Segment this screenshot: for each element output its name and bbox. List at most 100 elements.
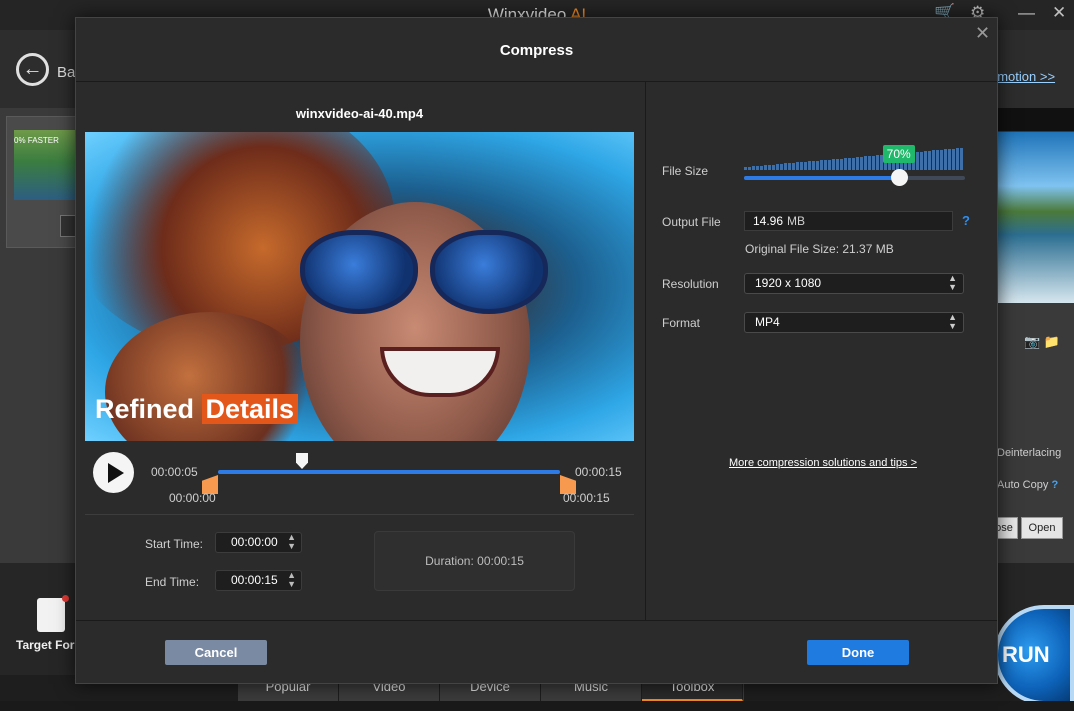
thumbnail-button[interactable] bbox=[60, 215, 76, 237]
close-icon[interactable]: ✕ bbox=[975, 23, 990, 44]
file-size-bar bbox=[920, 151, 923, 170]
thumbnail-caption: 0% FASTER bbox=[14, 136, 59, 145]
open-button[interactable]: Open bbox=[1021, 517, 1063, 539]
bottom-strip bbox=[0, 701, 1074, 711]
duration-value: 00:00:15 bbox=[477, 554, 524, 568]
file-size-bar bbox=[824, 159, 827, 170]
current-time: 00:00:05 bbox=[151, 465, 198, 479]
file-size-bar bbox=[944, 149, 947, 170]
promotion-link[interactable]: omotion >> bbox=[990, 69, 1055, 84]
spinner-arrows-icon[interactable]: ▲ ▼ bbox=[287, 571, 296, 589]
format-select[interactable]: MP4 ▲ ▼ bbox=[744, 312, 964, 333]
duration-label: Duration: bbox=[425, 554, 474, 568]
preview-lens bbox=[430, 230, 548, 314]
file-size-bar bbox=[932, 150, 935, 170]
divider bbox=[76, 81, 997, 82]
deinterlacing-label[interactable]: Deinterlacing bbox=[997, 447, 1061, 459]
video-overlay-text: Refined Details bbox=[95, 394, 299, 425]
file-size-bar bbox=[956, 148, 959, 170]
compress-dialog: Compress ✕ winxvideo-ai-40.mp4 Refined D… bbox=[75, 17, 998, 684]
file-size-bar bbox=[772, 164, 775, 170]
camera-icon[interactable]: 📷 bbox=[1024, 334, 1040, 349]
file-size-slider-thumb[interactable] bbox=[890, 169, 908, 186]
file-size-percent-badge: 70% bbox=[882, 145, 915, 163]
divider bbox=[76, 620, 997, 621]
start-time-label: Start Time: bbox=[145, 537, 204, 551]
target-format-label[interactable]: Target For bbox=[16, 638, 74, 652]
cancel-button[interactable]: Cancel bbox=[165, 640, 267, 665]
play-button[interactable] bbox=[93, 452, 134, 493]
file-size-bars bbox=[744, 148, 965, 170]
file-size-bar bbox=[864, 156, 867, 170]
trim-end-label: 00:00:15 bbox=[563, 491, 610, 505]
file-size-bar bbox=[936, 150, 939, 170]
playhead-handle[interactable] bbox=[296, 453, 308, 469]
file-size-bar bbox=[812, 161, 815, 170]
resolution-label: Resolution bbox=[662, 277, 719, 291]
overlay-text-plain: Refined bbox=[95, 394, 195, 424]
file-size-bar bbox=[924, 151, 927, 170]
file-size-bar bbox=[860, 156, 863, 170]
file-size-bar bbox=[768, 164, 771, 170]
back-label[interactable]: Ba bbox=[57, 64, 75, 81]
end-time-value: 00:00:15 bbox=[231, 573, 278, 587]
done-button[interactable]: Done bbox=[807, 640, 909, 665]
file-size-bar bbox=[928, 150, 931, 170]
overlay-text-highlight: Details bbox=[201, 394, 299, 424]
file-size-bar bbox=[816, 160, 819, 170]
file-size-bar bbox=[844, 158, 847, 170]
target-format-icon[interactable] bbox=[37, 595, 69, 632]
file-size-bar bbox=[780, 163, 783, 170]
file-size-bar bbox=[788, 163, 791, 170]
file-size-slider-fill bbox=[744, 176, 899, 180]
output-file-input[interactable]: 14.96 MB bbox=[744, 211, 953, 231]
dialog-title: Compress bbox=[499, 42, 574, 59]
file-size-bar bbox=[744, 167, 747, 170]
file-size-bar bbox=[940, 149, 943, 170]
file-size-slider[interactable] bbox=[744, 176, 965, 180]
folder-icon[interactable]: 📁 bbox=[1044, 334, 1060, 349]
start-time-value: 00:00:00 bbox=[231, 535, 278, 549]
trim-timeline[interactable] bbox=[218, 470, 560, 474]
right-tool-icons: 📷 📁 bbox=[1024, 334, 1060, 350]
end-time-input[interactable]: 00:00:15 ▲ ▼ bbox=[215, 570, 302, 591]
output-file-unit: MB bbox=[787, 214, 806, 228]
preview-glasses bbox=[300, 230, 550, 316]
file-size-bar bbox=[796, 162, 799, 170]
file-size-bar bbox=[748, 166, 751, 170]
file-size-bar bbox=[832, 159, 835, 170]
close-icon[interactable]: ✕ bbox=[1052, 3, 1066, 23]
file-size-bar bbox=[872, 155, 875, 170]
start-time-input[interactable]: 00:00:00 ▲ ▼ bbox=[215, 532, 302, 553]
file-size-bar bbox=[808, 161, 811, 170]
total-time: 00:00:15 bbox=[575, 465, 622, 479]
file-size-bar bbox=[856, 157, 859, 170]
end-time-label: End Time: bbox=[145, 575, 200, 589]
file-size-bar bbox=[804, 161, 807, 170]
file-size-bar bbox=[960, 148, 963, 170]
format-label: Format bbox=[662, 316, 701, 330]
help-icon[interactable]: ? bbox=[962, 213, 970, 228]
file-name: winxvideo-ai-40.mp4 bbox=[295, 106, 424, 121]
duration-box: Duration: 00:00:15 bbox=[374, 531, 575, 591]
original-file-size: Original File Size: 21.37 MB bbox=[745, 242, 894, 256]
file-size-bar bbox=[876, 155, 879, 170]
output-file-label: Output File bbox=[662, 215, 721, 229]
minimize-icon[interactable]: — bbox=[1018, 3, 1035, 23]
spinner-arrows-icon[interactable]: ▲ ▼ bbox=[287, 533, 296, 551]
video-preview[interactable]: Refined Details bbox=[85, 132, 634, 441]
resolution-value: 1920 x 1080 bbox=[755, 276, 822, 290]
file-size-bar bbox=[760, 165, 763, 170]
resolution-select[interactable]: 1920 x 1080 ▲ ▼ bbox=[744, 273, 964, 294]
file-size-bar bbox=[848, 157, 851, 170]
help-icon[interactable]: ? bbox=[1051, 479, 1058, 491]
file-size-bar bbox=[800, 162, 803, 170]
trim-start-label: 00:00:00 bbox=[169, 491, 216, 505]
back-arrow-icon[interactable]: ← bbox=[16, 53, 49, 86]
file-size-bar bbox=[840, 158, 843, 170]
file-size-bar bbox=[952, 148, 955, 170]
auto-copy-option[interactable]: Auto Copy ? bbox=[997, 479, 1058, 491]
format-value: MP4 bbox=[755, 315, 780, 329]
compression-tips-link[interactable]: More compression solutions and tips > bbox=[729, 457, 917, 469]
file-size-label: File Size bbox=[662, 164, 709, 178]
